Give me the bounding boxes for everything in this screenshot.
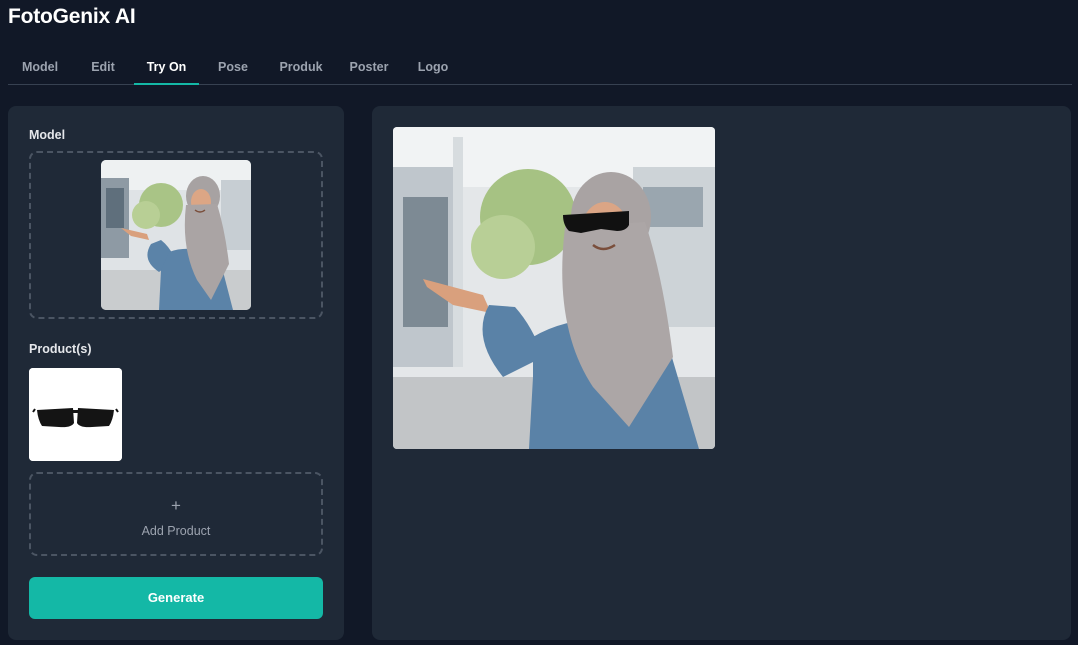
tab-poster[interactable]: Poster [335,49,403,85]
product-thumbnail[interactable] [29,368,122,461]
result-image[interactable] [393,127,715,449]
result-panel [372,106,1071,640]
tab-logo[interactable]: Logo [403,49,463,85]
input-panel: Model Product(s) + Add Product Generate [8,106,344,640]
model-dropzone[interactable] [29,151,323,319]
model-section-label: Model [29,128,66,142]
products-section-label: Product(s) [29,342,92,356]
tab-produk[interactable]: Produk [267,49,335,85]
app-root: FotoGenix AI Model Edit Try On Pose Prod… [0,0,1078,645]
tab-edit[interactable]: Edit [72,49,134,85]
app-title: FotoGenix AI [8,5,136,28]
tab-try-on[interactable]: Try On [134,49,199,85]
model-thumbnail[interactable] [101,160,251,310]
tab-bar: Model Edit Try On Pose Produk Poster Log… [8,49,1072,85]
generate-button[interactable]: Generate [29,577,323,619]
tab-model[interactable]: Model [8,49,72,85]
tab-pose[interactable]: Pose [199,49,267,85]
add-product-button[interactable]: + Add Product [29,472,323,556]
plus-icon: + [171,496,181,515]
add-product-label: Add Product [141,524,211,538]
